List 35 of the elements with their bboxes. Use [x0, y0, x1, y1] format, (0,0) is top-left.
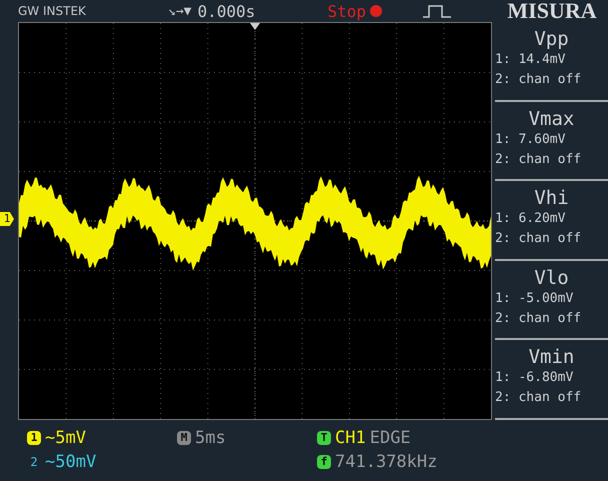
pulse-icon [422, 3, 452, 19]
channel-scale: ~50mV [45, 452, 96, 472]
measurement-name: Vhi [534, 187, 569, 210]
measurement-value: 1: 7.60mV [495, 130, 566, 149]
trigger-marker-icon [250, 23, 260, 30]
trigger-status: ↘→▼ [168, 4, 192, 18]
brand-logo: GW INSTEK [18, 4, 87, 18]
frequency-value: 741.378kHz [335, 452, 438, 472]
measurement-value: 1: 6.20mV [495, 210, 566, 228]
measurement-value: 2: chan off [495, 310, 582, 328]
measurement-name: Vlo [534, 266, 569, 289]
panel-title: MISURA [506, 0, 598, 24]
measurement-name: Vpp [534, 28, 569, 50]
measurement-value: 1: -5.00mV [495, 290, 574, 308]
trigger-source: CH1 [335, 428, 366, 448]
trigger-badge: T [317, 431, 331, 445]
timebase-value: 5ms [195, 428, 226, 448]
channel-label: 2 [29, 455, 39, 469]
measurement-name: Vmin [528, 346, 574, 368]
run-state: Stop [327, 2, 366, 20]
measurement-value: 2: chan off [495, 71, 582, 89]
channel-marker: 1 [0, 212, 14, 226]
time-offset: 0.000s [197, 2, 256, 20]
timebase-badge: M [177, 431, 191, 445]
measurement-value: 2: chan off [495, 230, 582, 248]
measurement-value: 2: chan off [495, 150, 582, 169]
measurement-value: 1: 14.4mV [495, 51, 566, 69]
measurement-value: 1: -6.80mV [495, 369, 574, 388]
measurement-value: 2: chan off [495, 389, 582, 408]
trigger-type: EDGE [370, 428, 411, 448]
stop-indicator-icon [370, 5, 382, 17]
channel-scale: ~5mV [45, 428, 86, 448]
channel-badge: 1 [27, 431, 41, 445]
measurement-name: Vmax [528, 108, 574, 130]
frequency-badge: f [317, 455, 331, 469]
